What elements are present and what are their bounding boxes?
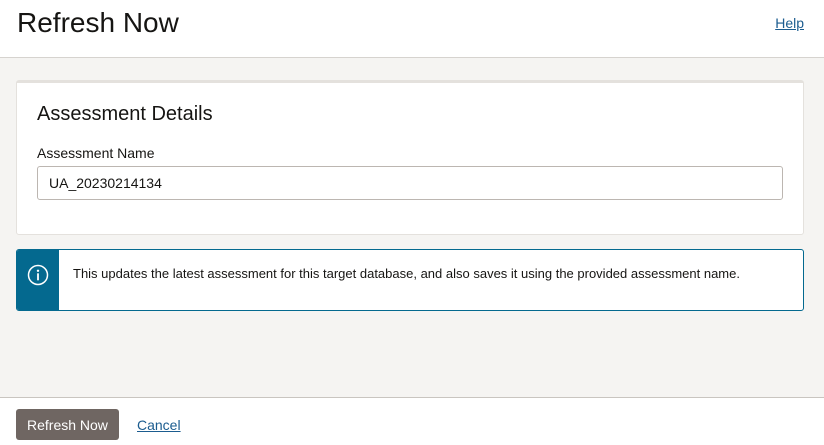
page-footer: Refresh Now Cancel [0, 397, 824, 445]
info-message: This updates the latest assessment for t… [73, 266, 740, 281]
page-header: Refresh Now Help [0, 0, 824, 58]
card-title: Assessment Details [37, 103, 213, 125]
info-stripe [17, 250, 59, 310]
main-content: Assessment Details Assessment Name This … [0, 58, 824, 397]
page-title: Refresh Now [17, 7, 179, 38]
info-icon [27, 264, 49, 286]
info-banner: This updates the latest assessment for t… [16, 249, 804, 311]
help-link[interactable]: Help [775, 15, 804, 31]
cancel-link[interactable]: Cancel [137, 417, 181, 433]
assessment-details-card: Assessment Details Assessment Name [16, 80, 804, 235]
assessment-name-input[interactable] [37, 166, 783, 200]
assessment-name-label: Assessment Name [37, 145, 155, 161]
refresh-now-button[interactable]: Refresh Now [16, 409, 119, 440]
